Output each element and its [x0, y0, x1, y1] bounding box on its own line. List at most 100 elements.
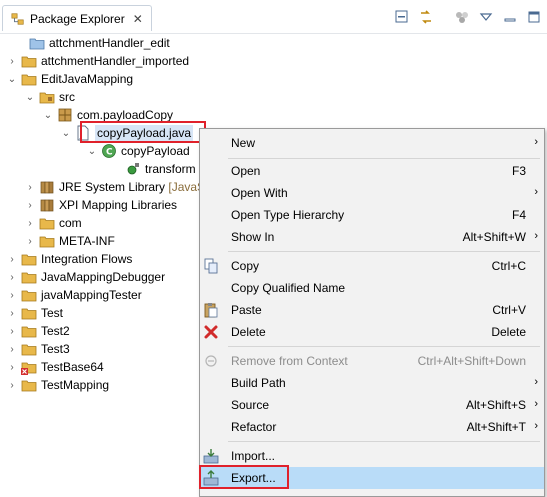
chevron-right-icon[interactable]: › [6, 286, 18, 304]
tree-item[interactable]: › attchmentHandler_imported [6, 52, 189, 70]
project-error-icon [21, 362, 37, 375]
tab-title: Package Explorer [30, 11, 125, 26]
submenu-arrow-icon: › [534, 398, 538, 410]
chevron-right-icon[interactable]: › [6, 250, 18, 268]
menu-item-copy-qualified-name[interactable]: Copy Qualified Name [200, 277, 544, 299]
tree-item[interactable]: ⌄ EditJavaMapping [6, 70, 133, 88]
tree-item[interactable]: transform [110, 160, 196, 178]
menu-item-open-type-hierarchy[interactable]: Open Type Hierarchy F4 [200, 204, 544, 226]
project-folder-icon [21, 272, 37, 284]
project-folder-icon [21, 326, 37, 338]
submenu-arrow-icon: › [534, 136, 538, 148]
submenu-arrow-icon: › [534, 230, 538, 242]
annotation-box-export [199, 465, 289, 489]
empty-twisty [14, 34, 26, 52]
chevron-right-icon[interactable]: › [6, 322, 18, 340]
tree-item[interactable]: › META-INF [24, 232, 115, 250]
tree-item-label: XPI Mapping Libraries [59, 198, 178, 212]
folder-icon [39, 236, 55, 248]
menu-item-open-with[interactable]: Open With › [200, 182, 544, 204]
chevron-down-icon[interactable]: ⌄ [86, 142, 98, 160]
menu-item-build-path[interactable]: Build Path › [200, 372, 544, 394]
chevron-right-icon[interactable]: › [6, 52, 18, 70]
chevron-right-icon[interactable]: › [6, 340, 18, 358]
tree-item-label: attchmentHandler_edit [49, 36, 170, 50]
minimize-icon[interactable] [501, 8, 519, 26]
chevron-down-icon[interactable]: ⌄ [6, 70, 18, 88]
tree-item[interactable]: › com [24, 214, 81, 232]
tree-item-label: src [59, 90, 75, 104]
chevron-right-icon[interactable]: › [6, 268, 18, 286]
tree-item[interactable]: › JRE System Library [JavaS [24, 178, 205, 196]
tree-item[interactable]: › TestMapping [6, 376, 109, 394]
class-icon: C [102, 144, 116, 158]
chevron-right-icon[interactable]: › [24, 232, 36, 250]
menu-item-import[interactable]: Import... [200, 445, 544, 467]
context-menu: New › Open F3 Open With › Open Type Hier… [199, 128, 545, 497]
tree-item-label: javaMappingTester [41, 288, 142, 302]
menu-separator [228, 251, 540, 252]
chevron-down-icon[interactable]: ⌄ [60, 124, 72, 142]
project-folder-icon [21, 290, 37, 302]
package-explorer-icon [11, 12, 24, 25]
chevron-right-icon[interactable]: › [24, 196, 36, 214]
view-menu-icon[interactable] [477, 8, 495, 26]
maximize-icon[interactable] [525, 8, 543, 26]
project-folder-icon [21, 380, 37, 392]
collapse-all-icon[interactable] [393, 8, 411, 26]
chevron-right-icon[interactable]: › [6, 358, 18, 376]
tree-item-label: com.payloadCopy [77, 108, 174, 122]
tree-item[interactable]: ⌄ src [24, 88, 75, 106]
chevron-right-icon[interactable]: › [24, 178, 36, 196]
tree-item-label: copyPayload [121, 144, 190, 158]
tree-item[interactable]: › javaMappingTester [6, 286, 142, 304]
menu-item-new[interactable]: New › [200, 132, 544, 154]
project-folder-icon [21, 74, 37, 86]
tree-item-label: transform [145, 162, 196, 176]
library-icon [40, 199, 54, 212]
tree-item-label: META-INF [59, 234, 115, 248]
chevron-down-icon[interactable]: ⌄ [24, 88, 36, 106]
tree-item[interactable]: › Test2 [6, 322, 70, 340]
tree-item-label: TestMapping [41, 378, 110, 392]
menu-item-delete[interactable]: Delete Delete [200, 321, 544, 343]
view-header: Package Explorer ✕ [0, 0, 547, 34]
submenu-arrow-icon: › [534, 376, 538, 388]
package-explorer-tab[interactable]: Package Explorer ✕ [2, 5, 152, 31]
menu-item-copy[interactable]: Copy Ctrl+C [200, 255, 544, 277]
tree-item-label: TestBase64 [41, 360, 104, 374]
focus-icon[interactable] [453, 8, 471, 26]
empty-twisty [110, 160, 122, 178]
tree-item[interactable]: ⌄ C copyPayload [86, 142, 190, 160]
tree-item-label: attchmentHandler_imported [41, 54, 190, 68]
tree-item[interactable]: › Test3 [6, 340, 69, 358]
menu-item-paste[interactable]: Paste Ctrl+V [200, 299, 544, 321]
tree-item-label: Test2 [41, 324, 70, 338]
menu-item-source[interactable]: Source Alt+Shift+S › [200, 394, 544, 416]
chevron-right-icon[interactable]: › [6, 376, 18, 394]
menu-separator [228, 346, 540, 347]
tree-item[interactable]: attchmentHandler_edit [14, 34, 170, 52]
chevron-down-icon[interactable]: ⌄ [42, 106, 54, 124]
delete-icon [204, 325, 218, 339]
tree-item[interactable]: › Integration Flows [6, 250, 132, 268]
source-folder-icon [39, 92, 55, 104]
svg-text:C: C [106, 148, 113, 158]
library-icon [40, 181, 54, 194]
chevron-right-icon[interactable]: › [24, 214, 36, 232]
tree-item[interactable]: › JavaMappingDebugger [6, 268, 165, 286]
menu-item-open[interactable]: Open F3 [200, 160, 544, 182]
project-icon [29, 38, 45, 50]
copy-icon [204, 258, 218, 274]
menu-item-refactor[interactable]: Refactor Alt+Shift+T › [200, 416, 544, 438]
close-icon[interactable]: ✕ [133, 13, 143, 25]
menu-item-show-in[interactable]: Show In Alt+Shift+W › [200, 226, 544, 248]
tree-item[interactable]: › XPI Mapping Libraries [24, 196, 177, 214]
tree-item[interactable]: › TestBase64 [6, 358, 104, 376]
tree-item[interactable]: › Test [6, 304, 63, 322]
chevron-right-icon[interactable]: › [6, 304, 18, 322]
view-toolbar [393, 8, 543, 26]
link-with-editor-icon[interactable] [417, 8, 435, 26]
project-folder-icon [21, 254, 37, 266]
project-folder-icon [21, 56, 37, 68]
